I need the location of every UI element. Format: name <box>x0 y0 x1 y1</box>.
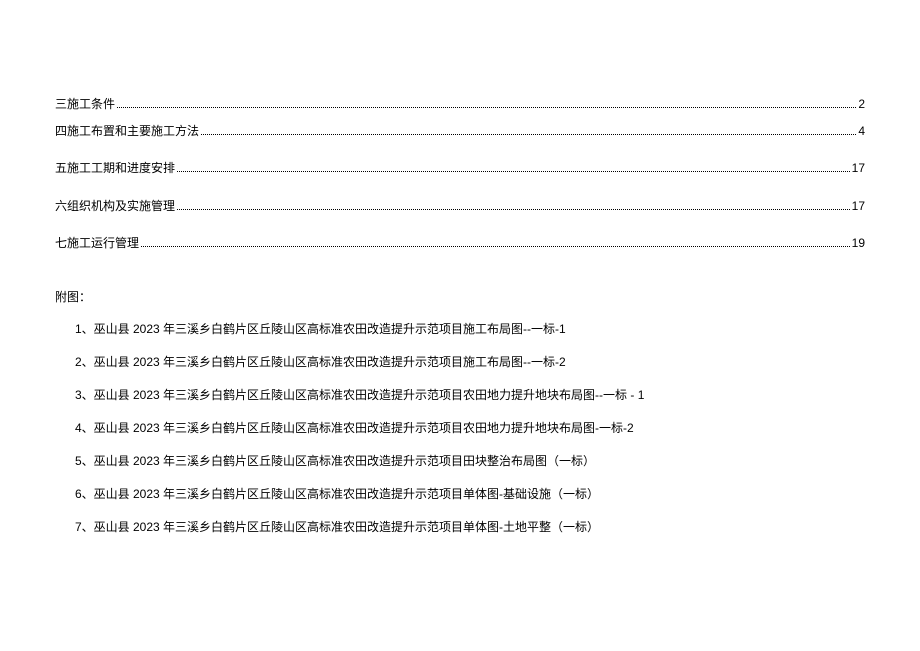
toc-leader-dots <box>177 171 850 172</box>
toc-page-number: 17 <box>852 159 865 178</box>
toc-leader-dots <box>201 134 856 135</box>
toc-page-number: 4 <box>858 122 865 141</box>
attachment-item: 5、巫山县 2023 年三溪乡白鹤片区丘陵山区高标准农田改造提升示范项目田块整治… <box>75 452 865 470</box>
toc-title: 五施工工期和进度安排 <box>55 159 175 178</box>
toc-entry: 三施工条件 2 <box>55 95 865 114</box>
attachment-item: 2、巫山县 2023 年三溪乡白鹤片区丘陵山区高标准农田改造提升示范项目施工布局… <box>75 353 865 371</box>
attachment-item: 6、巫山县 2023 年三溪乡白鹤片区丘陵山区高标准农田改造提升示范项目单体图-… <box>75 485 865 503</box>
attachment-item: 7、巫山县 2023 年三溪乡白鹤片区丘陵山区高标准农田改造提升示范项目单体图-… <box>75 518 865 536</box>
toc-leader-dots <box>177 209 850 210</box>
toc-title: 三施工条件 <box>55 95 115 114</box>
toc-leader-dots <box>117 107 856 108</box>
toc-title: 七施工运行管理 <box>55 234 139 253</box>
attachment-item: 1、巫山县 2023 年三溪乡白鹤片区丘陵山区高标准农田改造提升示范项目施工布局… <box>75 320 865 338</box>
toc-entry: 七施工运行管理 19 <box>55 234 865 253</box>
toc-entry: 六组织机构及实施管理 17 <box>55 197 865 216</box>
toc-page-number: 19 <box>852 234 865 253</box>
toc-title: 六组织机构及实施管理 <box>55 197 175 216</box>
toc-title: 四施工布置和主要施工方法 <box>55 122 199 141</box>
toc-page-number: 17 <box>852 197 865 216</box>
table-of-contents: 三施工条件 2 四施工布置和主要施工方法 4 五施工工期和进度安排 17 六组织… <box>55 95 865 253</box>
toc-entry: 五施工工期和进度安排 17 <box>55 159 865 178</box>
attachment-item: 4、巫山县 2023 年三溪乡白鹤片区丘陵山区高标准农田改造提升示范项目农田地力… <box>75 419 865 437</box>
attachment-section: 附图： 1、巫山县 2023 年三溪乡白鹤片区丘陵山区高标准农田改造提升示范项目… <box>55 288 865 536</box>
attachment-item: 3、巫山县 2023 年三溪乡白鹤片区丘陵山区高标准农田改造提升示范项目农田地力… <box>75 386 865 404</box>
attachment-header: 附图： <box>55 288 865 305</box>
toc-leader-dots <box>141 246 850 247</box>
attachment-list: 1、巫山县 2023 年三溪乡白鹤片区丘陵山区高标准农田改造提升示范项目施工布局… <box>55 320 865 536</box>
toc-entry: 四施工布置和主要施工方法 4 <box>55 122 865 141</box>
toc-page-number: 2 <box>858 95 865 114</box>
